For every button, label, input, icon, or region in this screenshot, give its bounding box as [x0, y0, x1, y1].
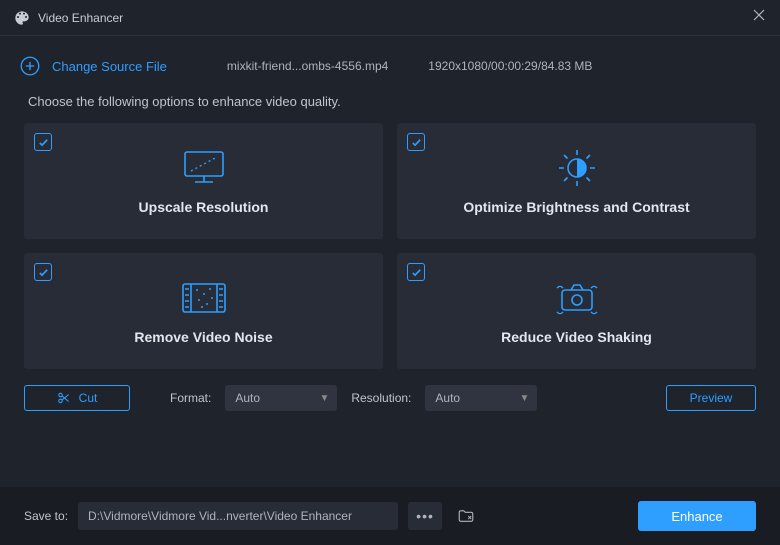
enhance-button[interactable]: Enhance [638, 501, 756, 531]
source-row: Change Source File mixkit-friend...ombs-… [0, 44, 780, 88]
chevron-down-icon: ▼ [319, 393, 329, 404]
save-to-label: Save to: [24, 509, 68, 523]
instruction-text: Choose the following options to enhance … [0, 88, 780, 123]
option-label: Reduce Video Shaking [501, 329, 652, 345]
change-source-link[interactable]: Change Source File [52, 59, 167, 74]
option-label: Upscale Resolution [139, 199, 269, 215]
option-remove-noise[interactable]: Remove Video Noise [24, 253, 383, 369]
save-path-box[interactable]: D:\Vidmore\Vidmore Vid...nverter\Video E… [78, 502, 398, 530]
format-label: Format: [170, 391, 211, 405]
source-filename: mixkit-friend...ombs-4556.mp4 [227, 59, 388, 73]
window-title: Video Enhancer [38, 11, 752, 25]
palette-icon [14, 10, 30, 26]
camera-shake-icon [552, 277, 602, 319]
resolution-value: Auto [435, 391, 460, 405]
chevron-down-icon: ▼ [519, 393, 529, 404]
preview-button[interactable]: Preview [666, 385, 756, 411]
add-icon[interactable] [20, 56, 40, 76]
more-button[interactable]: ••• [408, 502, 442, 530]
source-info: 1920x1080/00:00:29/84.83 MB [428, 59, 592, 73]
option-label: Remove Video Noise [134, 329, 272, 345]
checkbox-icon[interactable] [34, 263, 52, 281]
close-icon[interactable] [752, 8, 766, 27]
options-grid: Upscale Resolution Optimize Brightness a… [0, 123, 780, 369]
cut-button[interactable]: Cut [24, 385, 130, 411]
checkbox-icon[interactable] [407, 263, 425, 281]
checkbox-icon[interactable] [407, 133, 425, 151]
resolution-label: Resolution: [351, 391, 411, 405]
film-noise-icon [179, 277, 229, 319]
option-brightness-contrast[interactable]: Optimize Brightness and Contrast [397, 123, 756, 239]
scissors-icon [57, 391, 71, 405]
open-folder-button[interactable] [452, 502, 480, 530]
resolution-dropdown[interactable]: Auto ▼ [425, 385, 537, 411]
option-upscale-resolution[interactable]: Upscale Resolution [24, 123, 383, 239]
footer: Save to: D:\Vidmore\Vidmore Vid...nverte… [0, 487, 780, 545]
format-value: Auto [235, 391, 260, 405]
folder-icon [457, 507, 475, 525]
controls-row: Cut Format: Auto ▼ Resolution: Auto ▼ Pr… [0, 369, 780, 419]
brightness-icon [555, 147, 599, 189]
option-reduce-shaking[interactable]: Reduce Video Shaking [397, 253, 756, 369]
titlebar: Video Enhancer [0, 0, 780, 36]
format-dropdown[interactable]: Auto ▼ [225, 385, 337, 411]
save-path: D:\Vidmore\Vidmore Vid...nverter\Video E… [88, 509, 352, 523]
option-label: Optimize Brightness and Contrast [463, 199, 689, 215]
cut-label: Cut [79, 391, 98, 405]
monitor-icon [181, 147, 227, 189]
checkbox-icon[interactable] [34, 133, 52, 151]
